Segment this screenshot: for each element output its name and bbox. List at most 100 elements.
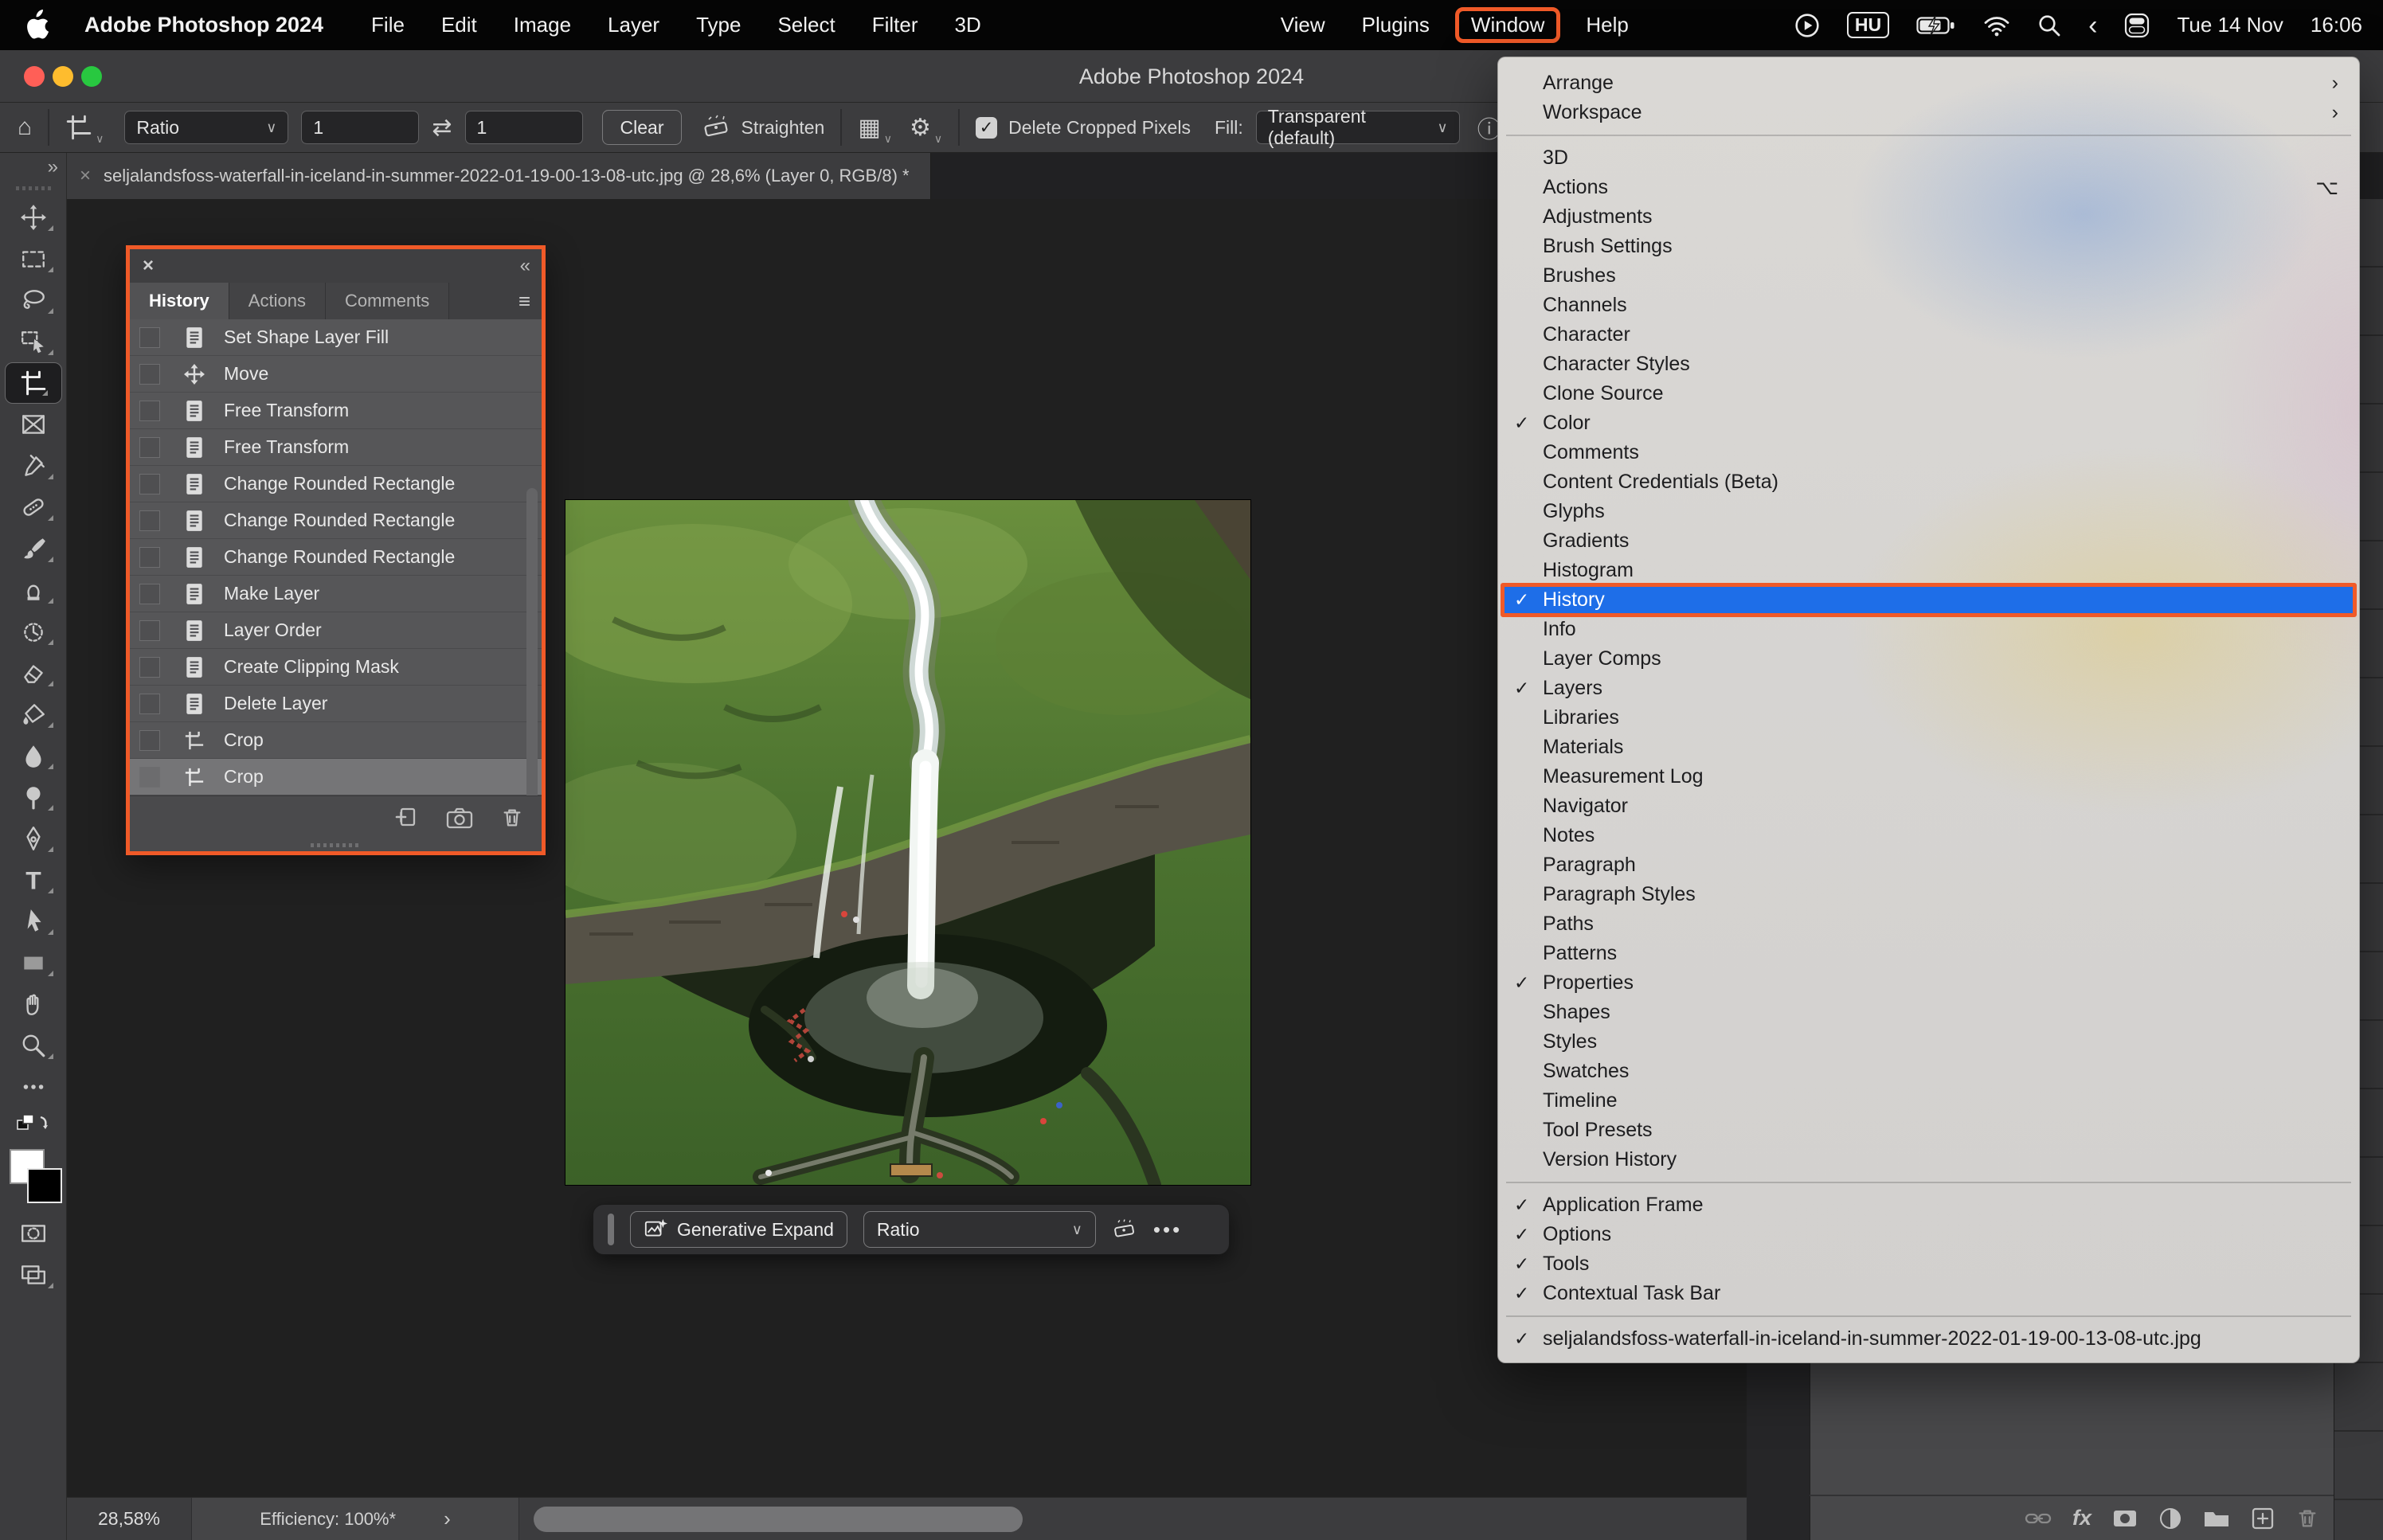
- document-tab[interactable]: × seljalandsfoss-waterfall-in-iceland-in…: [67, 153, 931, 199]
- crop-tool-options-icon[interactable]: [65, 114, 92, 141]
- zoom-tool[interactable]: [0, 1025, 67, 1066]
- menu-layer[interactable]: Layer: [608, 13, 659, 37]
- collapse-panel-icon[interactable]: «: [520, 255, 529, 277]
- history-source-well[interactable]: [139, 657, 160, 678]
- crop-overlay-grid-icon[interactable]: ▦: [858, 114, 880, 142]
- paint-bucket-tool[interactable]: [0, 694, 67, 735]
- menu-item-measurement-log[interactable]: Measurement Log: [1498, 762, 2359, 791]
- new-group-folder-icon[interactable]: [2203, 1507, 2230, 1530]
- background-color-swatch[interactable]: [27, 1168, 62, 1203]
- menu-item-brush-settings[interactable]: Brush Settings: [1498, 232, 2359, 261]
- menu-edit[interactable]: Edit: [441, 13, 477, 37]
- move-tool[interactable]: [0, 197, 67, 238]
- menu-item-character[interactable]: Character: [1498, 320, 2359, 350]
- lasso-tool[interactable]: [0, 279, 67, 321]
- menu-item-open-document[interactable]: ✓seljalandsfoss-waterfall-in-iceland-in-…: [1498, 1324, 2359, 1354]
- menu-item-histogram[interactable]: Histogram: [1498, 556, 2359, 585]
- menu-item-tools[interactable]: ✓Tools: [1498, 1249, 2359, 1279]
- history-source-well[interactable]: [139, 327, 160, 348]
- menu-item-gradients[interactable]: Gradients: [1498, 526, 2359, 556]
- fill-select[interactable]: Transparent (default)∨: [1256, 111, 1460, 144]
- layer-effects-icon[interactable]: fx: [2072, 1506, 2091, 1530]
- history-step[interactable]: Layer Order: [130, 612, 542, 649]
- menu-item-shapes[interactable]: Shapes: [1498, 998, 2359, 1027]
- history-source-well[interactable]: [139, 767, 160, 788]
- menu-filter[interactable]: Filter: [872, 13, 918, 37]
- swap-width-height-icon[interactable]: ⇄: [432, 114, 452, 142]
- menu-item-actions[interactable]: Actions⌥: [1498, 173, 2359, 202]
- frame-tool[interactable]: [0, 404, 67, 445]
- battery-icon[interactable]: [1916, 15, 1956, 36]
- history-step[interactable]: Crop: [130, 722, 542, 759]
- adjustment-layer-icon[interactable]: [2158, 1507, 2182, 1530]
- history-source-well[interactable]: [139, 694, 160, 714]
- tab-comments[interactable]: Comments: [326, 283, 449, 319]
- delete-cropped-pixels-label[interactable]: Delete Cropped Pixels: [1008, 117, 1191, 139]
- history-step[interactable]: Free Transform: [130, 429, 542, 466]
- pen-tool[interactable]: [0, 818, 67, 859]
- generative-expand-button[interactable]: Generative Expand: [630, 1211, 847, 1248]
- history-step[interactable]: Set Shape Layer Fill: [130, 319, 542, 356]
- history-source-well[interactable]: [139, 547, 160, 568]
- object-selection-tool[interactable]: [0, 321, 67, 362]
- menu-view[interactable]: View: [1281, 13, 1325, 37]
- new-document-from-state-icon[interactable]: [393, 805, 419, 831]
- path-selection-tool[interactable]: [0, 901, 67, 942]
- menu-item-content-credentials[interactable]: Content Credentials (Beta): [1498, 467, 2359, 497]
- history-source-well[interactable]: [139, 401, 160, 421]
- home-icon[interactable]: ⌂: [18, 114, 32, 141]
- history-scrollbar-thumb[interactable]: [526, 488, 538, 795]
- type-tool[interactable]: T: [0, 859, 67, 901]
- history-source-well[interactable]: [139, 364, 160, 385]
- new-snapshot-camera-icon[interactable]: [446, 806, 473, 830]
- menu-item-tool-presets[interactable]: Tool Presets: [1498, 1116, 2359, 1145]
- history-step[interactable]: Change Rounded Rectangle: [130, 502, 542, 539]
- clear-button[interactable]: Clear: [602, 110, 683, 145]
- history-step[interactable]: Create Clipping Mask: [130, 649, 542, 686]
- menu-item-comments[interactable]: Comments: [1498, 438, 2359, 467]
- screen-mirroring-icon[interactable]: [1794, 13, 1820, 38]
- taskbar-more-options-icon[interactable]: •••: [1153, 1218, 1182, 1242]
- menu-plugins[interactable]: Plugins: [1362, 13, 1430, 37]
- crop-height-input[interactable]: 1: [465, 111, 583, 144]
- history-step[interactable]: Free Transform: [130, 393, 542, 429]
- hand-tool[interactable]: [0, 983, 67, 1025]
- menu-item-navigator[interactable]: Navigator: [1498, 791, 2359, 821]
- tab-history[interactable]: History: [130, 283, 229, 319]
- efficiency-indicator[interactable]: Efficiency: 100%* ›: [191, 1498, 519, 1540]
- expand-tools-icon[interactable]: »: [0, 153, 66, 178]
- menu-3d[interactable]: 3D: [955, 13, 981, 37]
- delete-cropped-pixels-checkbox[interactable]: ✓: [976, 117, 997, 139]
- menu-item-paragraph[interactable]: Paragraph: [1498, 850, 2359, 880]
- menu-item-timeline[interactable]: Timeline: [1498, 1086, 2359, 1116]
- history-source-well[interactable]: [139, 437, 160, 458]
- taskbar-drag-handle[interactable]: [608, 1214, 614, 1245]
- eyedropper-tool[interactable]: [0, 445, 67, 487]
- dodge-tool[interactable]: [0, 776, 67, 818]
- eraser-tool[interactable]: [0, 652, 67, 694]
- link-layers-icon[interactable]: [2025, 1507, 2052, 1530]
- menu-item-version-history[interactable]: Version History: [1498, 1145, 2359, 1175]
- menu-item-notes[interactable]: Notes: [1498, 821, 2359, 850]
- edit-toolbar-icon[interactable]: [0, 1066, 67, 1108]
- waterfall-photo[interactable]: [565, 500, 1250, 1185]
- tools-grip[interactable]: [16, 186, 51, 190]
- blur-tool[interactable]: [0, 735, 67, 776]
- close-tab-icon[interactable]: ×: [80, 165, 91, 187]
- history-source-well[interactable]: [139, 730, 160, 751]
- apple-logo-icon[interactable]: [22, 10, 49, 41]
- menu-window[interactable]: Window: [1466, 13, 1549, 37]
- chevron-down-icon[interactable]: ∨: [96, 132, 104, 152]
- history-step[interactable]: Change Rounded Rectangle: [130, 539, 542, 576]
- tab-actions[interactable]: Actions: [229, 283, 326, 319]
- menu-item-properties[interactable]: ✓Properties: [1498, 968, 2359, 998]
- menu-item-libraries[interactable]: Libraries: [1498, 703, 2359, 733]
- new-layer-icon[interactable]: [2251, 1507, 2275, 1530]
- menu-item-patterns[interactable]: Patterns: [1498, 939, 2359, 968]
- menu-item-swatches[interactable]: Swatches: [1498, 1057, 2359, 1086]
- menu-item-workspace[interactable]: Workspace›: [1498, 98, 2359, 127]
- brush-tool[interactable]: [0, 528, 67, 569]
- menu-item-clone-source[interactable]: Clone Source: [1498, 379, 2359, 408]
- quick-mask-mode-icon[interactable]: [0, 1213, 67, 1254]
- close-panel-icon[interactable]: ×: [143, 255, 154, 277]
